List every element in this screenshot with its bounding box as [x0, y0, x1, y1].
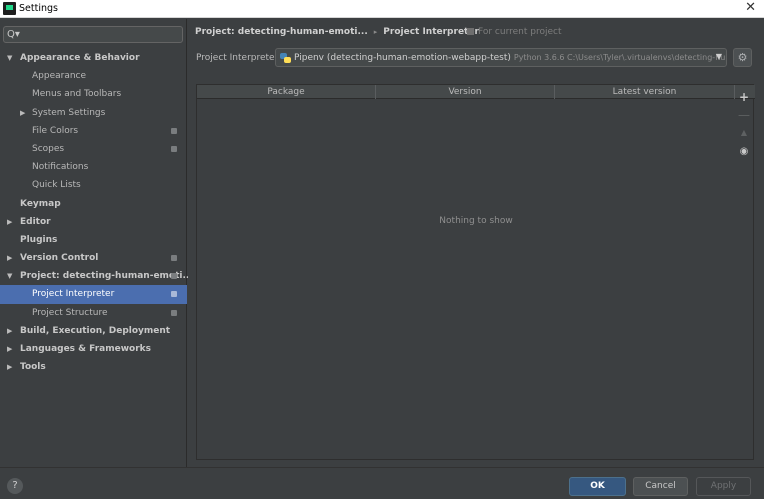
expanded-arrow-icon[interactable]: ▼: [7, 267, 12, 285]
dialog-button-bar: ? OK Cancel Apply: [0, 467, 764, 499]
settings-search-input[interactable]: Q▾: [3, 26, 183, 43]
project-level-icon: [171, 127, 177, 134]
collapsed-arrow-icon[interactable]: ▶: [20, 104, 25, 122]
close-icon[interactable]: ✕: [745, 1, 756, 15]
sidebar-item[interactable]: ▶ System Settings: [0, 104, 187, 122]
show-early-releases-eye-icon[interactable]: ◉: [736, 144, 752, 160]
chevron-down-icon: ▼: [715, 52, 722, 61]
breadcrumb-page: Project Interpreter: [383, 27, 479, 37]
sidebar-item[interactable]: ▶ Tools: [0, 358, 187, 376]
sidebar-item[interactable]: ▶ Editor: [0, 213, 187, 231]
settings-tree: ▼ Appearance & Behavior Appearance Menus an…: [0, 49, 193, 376]
sidebar-item[interactable]: Notifications: [0, 158, 187, 176]
expanded-arrow-icon[interactable]: ▼: [7, 49, 12, 67]
interpreter-settings-gear-icon[interactable]: ⚙: [733, 48, 752, 67]
sidebar-item-label: Scopes: [32, 143, 65, 154]
sidebar-item-label: Plugins: [20, 234, 58, 245]
sidebar-item-label: Project Interpreter: [32, 289, 115, 300]
sidebar-item[interactable]: Plugins: [0, 231, 187, 249]
sidebar-item-label: Build, Execution, Deployment: [20, 325, 171, 336]
project-level-icon: [171, 145, 177, 152]
scope-label: For current project: [478, 27, 562, 37]
project-level-icon: [171, 255, 177, 262]
ok-button[interactable]: OK: [569, 477, 626, 496]
sidebar-item-label: Keymap: [20, 198, 61, 209]
sidebar-item-label: Tools: [20, 362, 46, 373]
interpreter-name-text: Pipenv (detecting-human-emotion-webapp-t…: [294, 53, 727, 63]
sidebar-item[interactable]: Scopes: [0, 140, 187, 158]
column-header-latest-version[interactable]: Latest version: [555, 85, 735, 99]
column-header-version[interactable]: Version: [376, 85, 555, 99]
search-icon: Q▾: [7, 29, 20, 40]
project-scope-icon: [467, 28, 474, 35]
sidebar-item[interactable]: Keymap: [0, 195, 187, 213]
sidebar-item[interactable]: File Colors: [0, 122, 187, 140]
packages-table-header: Package Version Latest version: [197, 85, 755, 99]
sidebar-item[interactable]: Project Structure: [0, 304, 187, 322]
sidebar-item[interactable]: ▼ Project: detecting-human-emoti...: [0, 267, 193, 285]
sidebar-item[interactable]: Menus and Toolbars: [0, 85, 187, 103]
sidebar-item-label: Appearance & Behavior: [20, 53, 140, 63]
add-package-plus-icon[interactable]: +: [736, 89, 752, 105]
sidebar-item[interactable]: Quick Lists: [0, 176, 187, 194]
collapsed-arrow-icon[interactable]: ▶: [7, 213, 12, 231]
collapsed-arrow-icon[interactable]: ▶: [7, 249, 12, 267]
collapsed-arrow-icon[interactable]: ▶: [7, 358, 12, 376]
sidebar-item-label: Menus and Toolbars: [32, 89, 122, 100]
breadcrumb-separator-icon: ▸: [373, 28, 378, 36]
window-title: Settings: [19, 3, 58, 14]
sidebar-item[interactable]: ▼ Appearance & Behavior: [0, 49, 187, 67]
sidebar-item-label: Appearance: [32, 71, 87, 82]
interpreter-name: Pipenv (detecting-human-emotion-webapp-t…: [294, 53, 511, 63]
sidebar-item-label: Project: detecting-human-emoti...: [20, 271, 193, 282]
upgrade-package-arrow-up-icon[interactable]: ▲: [736, 125, 752, 141]
sidebar-item-label: Languages & Frameworks: [20, 344, 152, 354]
help-icon[interactable]: ?: [7, 478, 23, 494]
interpreter-path: Python 3.6.6 C:\Users\Tyler\.virtualenvs…: [513, 53, 727, 62]
collapsed-arrow-icon[interactable]: ▶: [7, 322, 12, 340]
sidebar-item-label: Version Control: [20, 253, 99, 264]
breadcrumb-project[interactable]: Project: detecting-human-emoti...: [195, 27, 368, 37]
sidebar-item-label: System Settings: [32, 107, 106, 118]
packages-table: Package Version Latest version Nothing t…: [196, 84, 755, 460]
sidebar-item[interactable]: ▶ Build, Execution, Deployment: [0, 322, 187, 340]
pycharm-app-icon: [3, 2, 16, 15]
column-header-package[interactable]: Package: [197, 85, 376, 99]
interpreter-dropdown[interactable]: Pipenv (detecting-human-emotion-webapp-t…: [275, 48, 727, 67]
project-level-icon: [171, 309, 177, 316]
breadcrumb: Project: detecting-human-emoti... ▸ Projec…: [195, 27, 562, 37]
sidebar-item-label: Quick Lists: [32, 180, 81, 191]
sidebar-item[interactable]: ▶ Version Control: [0, 249, 187, 267]
sidebar-item[interactable]: Appearance: [0, 67, 187, 85]
sidebar-item-label: Editor: [20, 216, 51, 227]
sidebar-item-label: File Colors: [32, 125, 79, 136]
cancel-button[interactable]: Cancel: [633, 477, 688, 496]
empty-table-message: Nothing to show: [439, 216, 513, 226]
scope-hint: For current project: [467, 27, 562, 37]
title-bar: Settings ✕: [0, 0, 764, 18]
project-interpreter-panel: Project: detecting-human-emoti... ▸ Projec…: [188, 19, 764, 467]
project-level-icon: [171, 273, 177, 280]
python-icon: [280, 53, 291, 63]
collapsed-arrow-icon[interactable]: ▶: [7, 340, 12, 358]
sidebar-item[interactable]: Project Interpreter: [0, 285, 187, 304]
project-level-icon: [171, 291, 177, 298]
remove-package-minus-icon[interactable]: —: [736, 107, 752, 123]
interpreter-label: Project Interpreter:: [196, 53, 282, 63]
settings-sidebar: Q▾ ▼ Appearance & Behavior Appearance Menus…: [0, 19, 193, 467]
sidebar-item-label: Notifications: [32, 162, 89, 173]
sidebar-item-label: Project Structure: [32, 307, 108, 318]
apply-button[interactable]: Apply: [696, 477, 751, 496]
sidebar-item[interactable]: ▶ Languages & Frameworks: [0, 340, 187, 358]
